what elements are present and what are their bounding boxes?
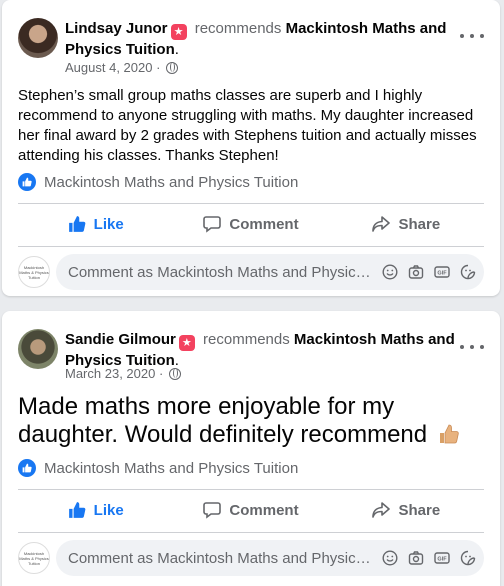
- svg-text:GIF: GIF: [437, 271, 447, 277]
- recommend-badge-icon: ★: [178, 335, 195, 351]
- post-meta: March 23, 2020 ·: [65, 366, 181, 382]
- like-icon: [68, 502, 86, 518]
- comment-label: Comment: [229, 215, 299, 233]
- svg-text:GIF: GIF: [437, 557, 447, 563]
- recommends-label: recommends: [203, 331, 290, 348]
- more-options-icon[interactable]: [460, 339, 484, 355]
- comment-icon: [203, 216, 222, 233]
- like-button[interactable]: Like: [18, 204, 173, 244]
- share-button[interactable]: Share: [329, 490, 484, 530]
- like-icon: [68, 216, 86, 232]
- sticker-icon[interactable]: [460, 550, 476, 566]
- author-avatar[interactable]: [18, 329, 58, 369]
- post-date[interactable]: August 4, 2020: [65, 60, 152, 75]
- divider: [18, 246, 484, 247]
- camera-icon[interactable]: [408, 264, 424, 280]
- globe-icon: [166, 62, 179, 74]
- recommends-label: recommends: [194, 20, 282, 37]
- like-reaction-icon: [18, 173, 36, 191]
- comment-label: Comment: [229, 501, 299, 519]
- liked-by-text: Mackintosh Maths and Physics Tuition: [44, 173, 299, 191]
- emoji-icon[interactable]: [382, 264, 398, 280]
- reactions-summary[interactable]: Mackintosh Maths and Physics Tuition: [18, 173, 298, 191]
- comment-button[interactable]: Comment: [173, 204, 328, 244]
- action-bar: Like Comment Share: [18, 204, 484, 244]
- post-header: Sandie Gilmour ★ recommends Mackintosh Ma…: [65, 330, 457, 371]
- author-name[interactable]: Lindsay Junor: [65, 20, 168, 37]
- gif-icon[interactable]: GIF: [434, 550, 450, 566]
- share-icon: [372, 502, 391, 518]
- gif-icon[interactable]: GIF: [434, 264, 450, 280]
- review-post: Lindsay Junor ★ recommends Mackintosh Mat…: [2, 0, 500, 296]
- sticker-icon[interactable]: [460, 264, 476, 280]
- liked-by-text: Mackintosh Maths and Physics Tuition: [44, 459, 299, 477]
- post-text: Made maths more enjoyable for my daughte…: [18, 393, 484, 449]
- comment-icon: [203, 502, 222, 519]
- like-label: Like: [93, 501, 124, 519]
- like-label: Like: [93, 215, 124, 233]
- post-text-content: Made maths more enjoyable for my daughte…: [18, 393, 428, 448]
- comment-composer: Mackintosh Maths & Physics Tuition Comme…: [18, 254, 484, 290]
- share-label: Share: [398, 215, 441, 233]
- commenter-avatar[interactable]: Mackintosh Maths & Physics Tuition: [18, 542, 50, 574]
- commenter-avatar[interactable]: Mackintosh Maths & Physics Tuition: [18, 256, 50, 288]
- thumbs-up-emoji: [439, 424, 459, 444]
- globe-icon: [168, 368, 181, 380]
- action-bar: Like Comment Share: [18, 490, 484, 530]
- review-post: Sandie Gilmour ★ recommends Mackintosh Ma…: [2, 311, 500, 586]
- post-meta: August 4, 2020 ·: [65, 60, 179, 76]
- comment-placeholder: Comment as Mackintosh Maths and Physics …: [68, 263, 374, 281]
- post-date[interactable]: March 23, 2020: [65, 366, 155, 381]
- divider: [18, 532, 484, 533]
- comment-input[interactable]: Comment as Mackintosh Maths and Physics …: [56, 254, 484, 290]
- share-button[interactable]: Share: [329, 204, 484, 244]
- post-text: Stephen’s small group maths classes are …: [18, 87, 477, 164]
- author-name[interactable]: Sandie Gilmour: [65, 331, 176, 348]
- like-button[interactable]: Like: [18, 490, 173, 530]
- post-header: Lindsay Junor ★ recommends Mackintosh Mat…: [65, 19, 457, 60]
- comment-composer: Mackintosh Maths & Physics Tuition Comme…: [18, 540, 484, 576]
- emoji-icon[interactable]: [382, 550, 398, 566]
- share-icon: [372, 216, 391, 232]
- period: .: [174, 41, 179, 58]
- like-reaction-icon: [18, 459, 36, 477]
- comment-input[interactable]: Comment as Mackintosh Maths and Physics …: [56, 540, 484, 576]
- recommend-badge-icon: ★: [170, 24, 187, 40]
- comment-button[interactable]: Comment: [173, 490, 328, 530]
- reactions-summary[interactable]: Mackintosh Maths and Physics Tuition: [18, 459, 298, 477]
- share-label: Share: [398, 501, 441, 519]
- camera-icon[interactable]: [408, 550, 424, 566]
- comment-placeholder: Comment as Mackintosh Maths and Physics …: [68, 549, 374, 567]
- author-avatar[interactable]: [18, 18, 58, 58]
- more-options-icon[interactable]: [460, 28, 484, 44]
